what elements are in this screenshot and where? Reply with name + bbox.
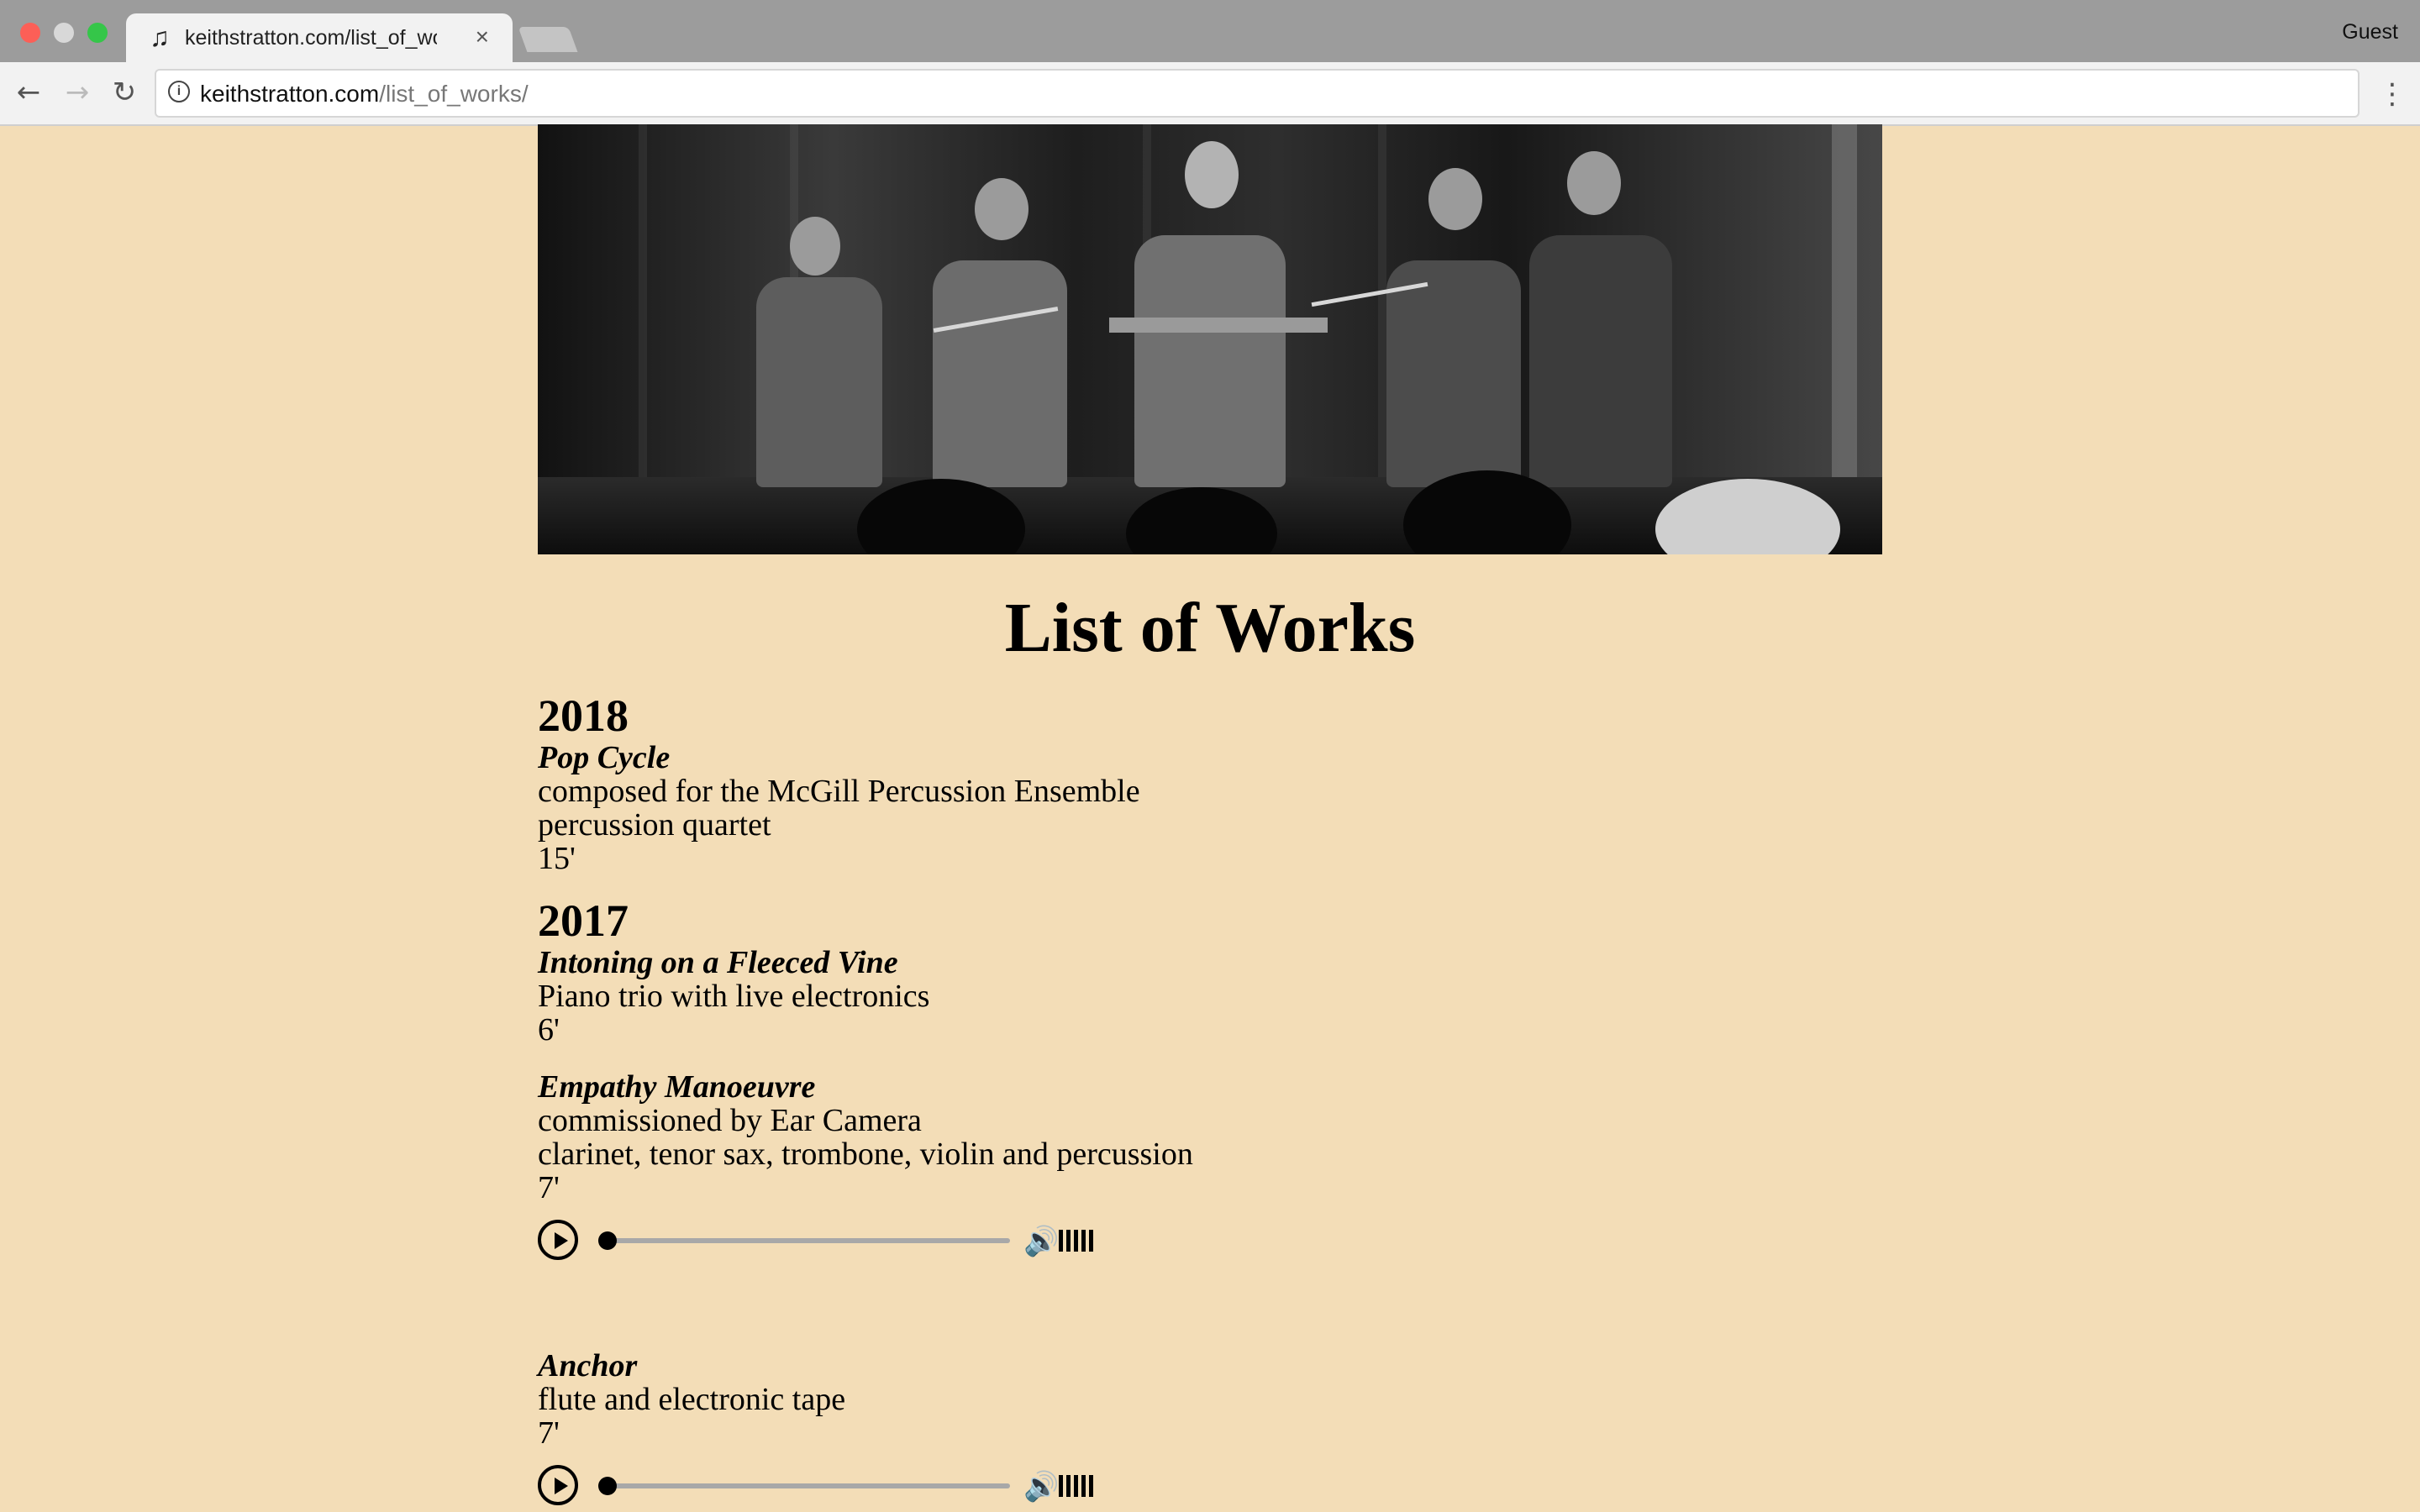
browser-tab-strip: ♫ keithstratton.com/list_of_works/ × Gue… <box>0 0 2420 62</box>
window-maximize-button[interactable] <box>87 23 108 43</box>
volume-bar <box>1074 1475 1078 1497</box>
work-description: composed for the McGill Percussion Ensem… <box>538 774 1140 809</box>
work-entry: Empathy Manoeuvre commissioned by Ear Ca… <box>538 1070 1882 1267</box>
volume-bar <box>1059 1475 1063 1497</box>
work-entry: Pop Cycle composed for the McGill Percus… <box>538 741 1882 875</box>
seek-handle[interactable] <box>598 1231 617 1250</box>
address-url[interactable]: keithstratton.com/list_of_works/ <box>200 81 529 108</box>
performer <box>1134 235 1286 487</box>
info-icon[interactable]: i <box>168 81 190 102</box>
browser-menu-icon[interactable]: ⋮ <box>2378 77 2407 111</box>
work-title: Anchor <box>538 1348 638 1383</box>
new-tab-button[interactable] <box>518 27 578 52</box>
performer-head <box>975 178 1028 240</box>
work-instrumentation: clarinet, tenor sax, trombone, violin an… <box>538 1137 1193 1172</box>
volume-bar <box>1081 1230 1086 1252</box>
seek-handle[interactable] <box>598 1477 617 1495</box>
music-note-icon: ♫ <box>150 22 170 52</box>
percussion-table <box>1109 318 1328 333</box>
seek-bar[interactable] <box>598 1238 1010 1243</box>
address-bar[interactable]: i keithstratton.com/list_of_works/ <box>155 69 2360 118</box>
profile-label[interactable]: Guest <box>2342 20 2398 45</box>
volume-icon[interactable]: 🔊 <box>1023 1225 1059 1258</box>
performer <box>756 277 882 487</box>
work-duration: 6' <box>538 1012 560 1047</box>
work-instrumentation: flute and electronic tape <box>538 1382 846 1417</box>
volume-bar <box>1089 1230 1093 1252</box>
volume-slider[interactable] <box>1059 1230 1096 1252</box>
ensemble-photo <box>538 124 1882 554</box>
work-duration: 7' <box>538 1415 560 1451</box>
work-duration: 7' <box>538 1170 560 1205</box>
volume-bar <box>1074 1230 1078 1252</box>
year-heading: 2017 <box>538 895 629 946</box>
play-button[interactable] <box>538 1465 578 1505</box>
window-minimize-button[interactable] <box>54 23 74 43</box>
work-duration: 15' <box>538 841 576 876</box>
browser-toolbar: ← → ↻ i keithstratton.com/list_of_works/… <box>0 62 2420 126</box>
seek-bar[interactable] <box>598 1483 1010 1488</box>
tab-title: keithstratton.com/list_of_works/ <box>185 26 437 50</box>
year-heading: 2018 <box>538 690 629 741</box>
work-description: commissioned by Ear Camera <box>538 1103 922 1138</box>
performer-head <box>1185 141 1239 208</box>
close-tab-icon[interactable]: × <box>476 24 489 50</box>
work-title: Intoning on a Fleeced Vine <box>538 945 898 980</box>
performer <box>1386 260 1521 487</box>
performer-head <box>790 217 840 276</box>
work-entry: Intoning on a Fleeced Vine Piano trio wi… <box>538 946 1882 1047</box>
volume-bar <box>1089 1475 1093 1497</box>
reload-icon[interactable]: ↻ <box>108 76 141 109</box>
volume-bar <box>1066 1230 1071 1252</box>
performer-head <box>1567 151 1621 215</box>
page-content: List of Works 2018 Pop Cycle composed fo… <box>538 124 1882 1512</box>
work-entry: Anchor flute and electronic tape 7' 🔊 <box>538 1349 1882 1512</box>
url-host: keithstratton.com <box>200 81 380 107</box>
performer-head <box>1428 168 1482 230</box>
work-instrumentation: Piano trio with live electronics <box>538 979 930 1014</box>
performer <box>933 260 1067 487</box>
forward-arrow-icon[interactable]: → <box>60 76 94 109</box>
work-title: Empathy Manoeuvre <box>538 1069 816 1105</box>
audio-player: 🔊 <box>538 1465 1109 1512</box>
volume-bar <box>1066 1475 1071 1497</box>
back-arrow-icon[interactable]: ← <box>12 76 45 109</box>
volume-bar <box>1059 1230 1063 1252</box>
performer <box>1529 235 1672 487</box>
work-title: Pop Cycle <box>538 740 671 775</box>
window-close-button[interactable] <box>20 23 40 43</box>
volume-bar <box>1081 1475 1086 1497</box>
work-instrumentation: percussion quartet <box>538 807 771 843</box>
volume-slider[interactable] <box>1059 1475 1096 1497</box>
play-button[interactable] <box>538 1220 578 1260</box>
volume-icon[interactable]: 🔊 <box>1023 1470 1059 1504</box>
audio-player: 🔊 <box>538 1220 1109 1267</box>
url-path: /list_of_works/ <box>379 81 529 107</box>
page-title: List of Works <box>1004 589 1416 667</box>
browser-tab[interactable]: ♫ keithstratton.com/list_of_works/ × <box>126 13 513 62</box>
